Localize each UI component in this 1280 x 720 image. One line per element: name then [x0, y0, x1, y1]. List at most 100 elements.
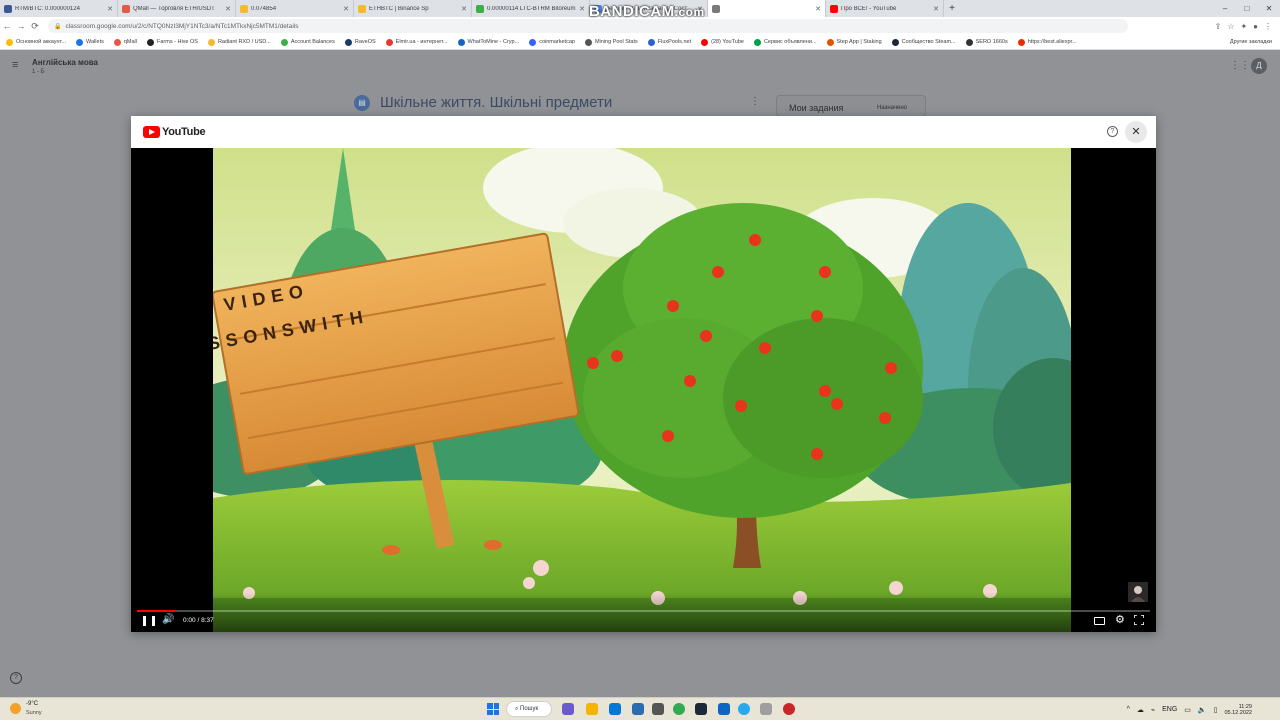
pause-button[interactable]: [143, 615, 155, 627]
help-icon[interactable]: ?: [10, 672, 22, 684]
browser-tab[interactable]: ETHBTC | Binance Sp ✕: [354, 0, 472, 17]
mail-icon[interactable]: [632, 703, 644, 715]
bookmark-label: Основной аккаунт...: [16, 39, 67, 45]
language-indicator[interactable]: ENG: [1162, 706, 1177, 713]
bookmark-item[interactable]: Elmir.ua - интернет...: [385, 38, 448, 46]
bookmark-item[interactable]: Account Balances: [280, 38, 335, 46]
app-icon[interactable]: [718, 703, 730, 715]
bookmark-favicon-icon: [113, 38, 121, 46]
tab-close-icon[interactable]: ✕: [343, 5, 349, 13]
tab-label: 0.074854: [251, 5, 277, 12]
bookmark-item[interactable]: Radiant RXD / USD...: [207, 38, 271, 46]
browser-tab[interactable]: 0.00000114 LTC-BTRM Bitoreum ✕: [472, 0, 590, 17]
start-button[interactable]: [487, 703, 499, 715]
tab-close-icon[interactable]: ✕: [225, 5, 231, 13]
profile-icon[interactable]: ●: [1253, 22, 1258, 31]
close-button[interactable]: ✕: [1125, 121, 1147, 143]
browser-tab[interactable]: ✕: [708, 0, 826, 17]
bookmark-label: qMall: [123, 39, 137, 45]
browser-tab[interactable]: Про ВСЕ! - YouTube ✕: [826, 0, 944, 17]
chevron-up-icon[interactable]: ^: [1127, 706, 1130, 713]
share-icon[interactable]: ⇪: [1215, 22, 1222, 31]
reload-button[interactable]: ⟳: [28, 21, 42, 32]
browser-tab[interactable]: QMall — Торговля ETH/USDT ✕: [118, 0, 236, 17]
bookmark-favicon-icon: [457, 38, 465, 46]
bookmark-label: Сообщество Steam...: [901, 39, 956, 45]
course-section: 1 - Б: [32, 69, 45, 75]
back-button[interactable]: ←: [0, 21, 14, 31]
file-explorer-icon[interactable]: [586, 703, 598, 715]
taskbar-search[interactable]: ⌕ Пошук: [506, 701, 552, 717]
progress-bar[interactable]: [137, 610, 1150, 612]
bookmark-item[interactable]: RaveOS: [344, 38, 376, 46]
bookmark-item[interactable]: Основной аккаунт...: [6, 38, 67, 46]
question-icon[interactable]: ?: [1107, 126, 1118, 137]
clock[interactable]: 11:29 05.12.2022: [1224, 704, 1252, 716]
bookmark-item[interactable]: Wallets: [76, 38, 104, 46]
browser-tab[interactable]: RTM/BTC: 0.000000124 ✕: [0, 0, 118, 17]
chrome-icon[interactable]: [673, 703, 685, 715]
browser-menu-icon[interactable]: ⋮: [1264, 22, 1272, 31]
settings-gear-icon[interactable]: ⚙: [1115, 613, 1125, 626]
tab-close-icon[interactable]: ✕: [815, 5, 821, 13]
more-options-icon[interactable]: ⋮: [750, 96, 760, 107]
sun-icon[interactable]: [10, 703, 21, 714]
steam-icon[interactable]: [695, 703, 707, 715]
tab-favicon-icon: [4, 4, 12, 13]
bookmark-item[interactable]: qMall: [113, 38, 137, 46]
bookmark-label: Radiant RXD / USD...: [217, 39, 271, 45]
bookmark-item[interactable]: coinmarketcap: [529, 38, 575, 46]
browser-tab[interactable]: 0.074854 ✕: [236, 0, 354, 17]
bookmark-item[interactable]: Сообщество Steam...: [891, 38, 956, 46]
bandicam-icon[interactable]: [783, 703, 795, 715]
tab-close-icon[interactable]: ✕: [107, 5, 113, 13]
bookmark-item[interactable]: FluxPools.net: [647, 38, 691, 46]
address-bar[interactable]: 🔒 classroom.google.com/u/2/c/NTQ0NzI3MjY…: [48, 19, 1128, 33]
bookmark-item[interactable]: (28) YouTube: [701, 38, 744, 46]
forward-button[interactable]: →: [14, 21, 28, 31]
bookmark-item[interactable]: https://best.aliexpr...: [1017, 38, 1077, 46]
bookmark-star-icon[interactable]: ☆: [1227, 22, 1234, 31]
bandicam-watermark: BANDICAM.com: [589, 3, 705, 20]
tab-close-icon[interactable]: ✕: [933, 5, 939, 13]
fullscreen-icon[interactable]: [1134, 615, 1144, 625]
volume-icon[interactable]: 🔊: [162, 614, 174, 625]
app-icon[interactable]: [760, 703, 772, 715]
bookmark-item[interactable]: Сервис объявлени...: [753, 38, 817, 46]
tab-favicon-icon: [476, 4, 484, 13]
bookmark-item[interactable]: Mining Pool Stats: [584, 38, 638, 46]
battery-icon[interactable]: ▯: [1214, 706, 1218, 714]
bookmark-item[interactable]: WhatToMine - Cryp...: [457, 38, 519, 46]
tab-favicon-icon: [712, 4, 720, 13]
bookmark-item[interactable]: Farms - Hive OS: [147, 38, 198, 46]
avatar[interactable]: Д: [1251, 58, 1267, 74]
bookmark-item[interactable]: SERO 1660s: [965, 38, 1008, 46]
course-title[interactable]: Англійська мова: [32, 58, 98, 67]
extension-icon[interactable]: ✦: [1240, 22, 1247, 31]
channel-avatar[interactable]: [1128, 582, 1148, 602]
store-icon[interactable]: [609, 703, 621, 715]
chat-app-icon[interactable]: [562, 703, 574, 715]
hamburger-menu-icon[interactable]: ≡: [12, 59, 18, 71]
youtube-logo[interactable]: YouTube: [143, 126, 206, 138]
subtitles-icon[interactable]: [1094, 617, 1105, 625]
video-player[interactable]: VIDEO SSONSWITH 🔊 0:00 / 8:37 ⚙: [131, 148, 1156, 632]
new-tab-button[interactable]: +: [944, 0, 960, 17]
telegram-icon[interactable]: [738, 703, 750, 715]
cloud-icon[interactable]: ☁: [1137, 706, 1144, 714]
bookmark-item[interactable]: Step App | Staking: [826, 38, 882, 46]
maximize-button[interactable]: □: [1236, 0, 1258, 17]
tab-close-icon[interactable]: ✕: [461, 5, 467, 13]
minimize-button[interactable]: –: [1214, 0, 1236, 17]
network-icon[interactable]: ▭: [1184, 706, 1191, 714]
google-apps-icon[interactable]: ⋮⋮: [1230, 60, 1250, 71]
other-bookmarks[interactable]: Другие закладки: [1230, 39, 1272, 45]
usb-icon[interactable]: ⌁: [1151, 706, 1155, 714]
tab-close-icon[interactable]: ✕: [579, 5, 585, 13]
speaker-icon[interactable]: 🔈: [1198, 706, 1207, 714]
youtube-play-icon: [143, 126, 160, 138]
close-window-button[interactable]: ✕: [1258, 0, 1280, 17]
app-icon[interactable]: [652, 703, 664, 715]
video-frame: VIDEO SSONSWITH: [213, 148, 1071, 632]
assignment-title: Шкільне життя. Шкільні предмети: [380, 94, 613, 111]
